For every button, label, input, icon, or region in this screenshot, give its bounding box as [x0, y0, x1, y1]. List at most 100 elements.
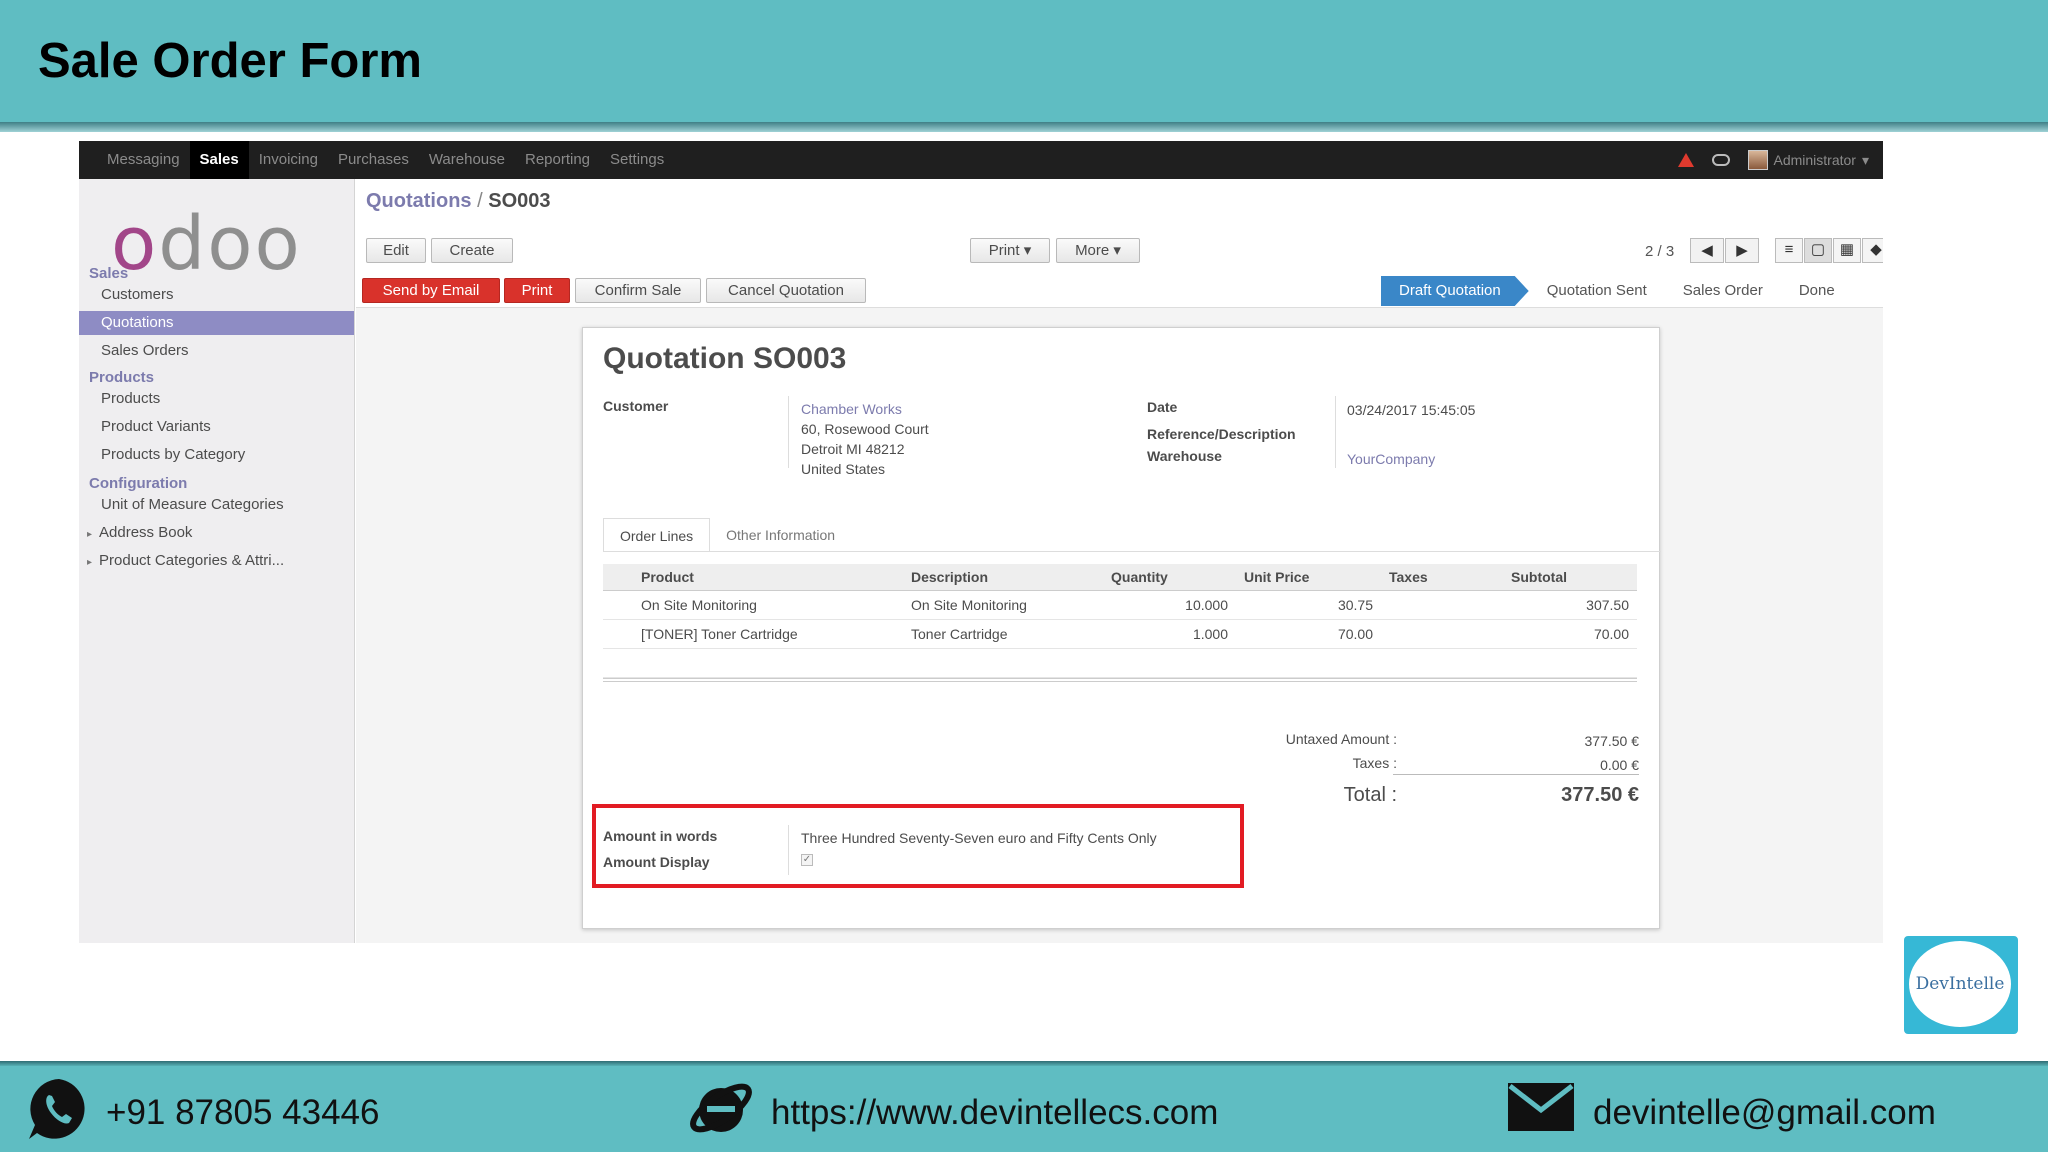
breadcrumb: Quotations / SO003 [366, 190, 551, 213]
cell-taxes [1381, 619, 1503, 649]
print-dropdown[interactable]: Print ▾ [970, 238, 1050, 263]
col-product: Product [633, 564, 903, 591]
avatar [1747, 150, 1768, 170]
cell-quantity: 1.000 [1103, 619, 1236, 649]
warehouse-value[interactable]: YourCompany [1347, 451, 1435, 467]
odoo-logo: odoo [111, 201, 302, 287]
taxes-value: 0.00 € [1600, 757, 1639, 773]
total-value: 377.50 € [1561, 784, 1639, 806]
menu-sales[interactable]: Sales [189, 141, 249, 179]
status-bar: Draft Quotation Quotation Sent Sales Ord… [1381, 276, 1853, 306]
sidebar-item-product-variants[interactable]: Product Variants [79, 415, 354, 439]
tab-other-information[interactable]: Other Information [710, 518, 851, 552]
col-taxes: Taxes [1381, 564, 1503, 591]
arrow-right-icon: ▶ [1736, 242, 1748, 259]
stage-quotation-sent[interactable]: Quotation Sent [1529, 276, 1665, 306]
cell-subtotal: 70.00 [1503, 619, 1637, 649]
menu-settings[interactable]: Settings [600, 141, 674, 179]
calendar-icon: ▦ [1839, 241, 1855, 258]
breadcrumb-separator: / [477, 190, 483, 212]
customer-address-line2: Detroit MI 48212 [801, 441, 905, 457]
sidebar-section-configuration: Configuration [89, 475, 188, 492]
pager: 2 / 3 [1645, 243, 1675, 260]
table-header-handle [603, 564, 633, 591]
sidebar-section-products: Products [89, 369, 155, 386]
cancel-quotation-button[interactable]: Cancel Quotation [706, 278, 866, 303]
menu-reporting[interactable]: Reporting [515, 141, 600, 179]
email-icon [1508, 1083, 1574, 1131]
sidebar-item-products[interactable]: Products [79, 387, 354, 411]
edit-button[interactable]: Edit [366, 238, 426, 263]
slide-header-shadow [0, 122, 2048, 132]
taxes-label: Taxes : [1352, 755, 1397, 771]
pivot-view-button[interactable]: ◆ [1862, 238, 1883, 263]
user-menu[interactable]: Administrator ▾ [1747, 150, 1869, 170]
chat-icon[interactable] [1711, 154, 1730, 166]
user-name: Administrator [1773, 152, 1856, 168]
cell-subtotal: 307.50 [1503, 590, 1637, 620]
list-icon: ≡ [1784, 241, 1794, 258]
breadcrumb-quotations[interactable]: Quotations [366, 190, 472, 212]
menu-warehouse[interactable]: Warehouse [419, 141, 515, 179]
table-row-empty[interactable] [603, 648, 1637, 678]
sidebar-item-customers[interactable]: Customers [79, 283, 354, 307]
form-sheet: Quotation SO003 Customer Chamber Works 6… [582, 327, 1661, 929]
customer-label: Customer [603, 398, 669, 414]
list-view-button[interactable]: ≡ [1775, 238, 1803, 263]
cell-product: On Site Monitoring [633, 590, 903, 620]
next-record-button[interactable]: ▶ [1725, 238, 1759, 263]
menu-invoicing[interactable]: Invoicing [249, 141, 328, 179]
col-quantity: Quantity [1103, 564, 1236, 591]
form-view-button[interactable]: ▢ [1804, 238, 1832, 263]
sidebar-item-product-categories[interactable]: Product Categories & Attri... [79, 549, 354, 573]
sidebar-item-quotations[interactable]: Quotations [79, 311, 354, 335]
cell-quantity: 10.000 [1103, 590, 1236, 620]
menu-messaging[interactable]: Messaging [97, 141, 190, 179]
col-subtotal: Subtotal [1503, 564, 1637, 591]
odoo-screenshot: Messaging Sales Invoicing Purchases Ware… [79, 141, 1883, 943]
top-menu-bar: Messaging Sales Invoicing Purchases Ware… [79, 141, 1883, 179]
stage-draft-quotation[interactable]: Draft Quotation [1381, 276, 1529, 306]
tab-underline [603, 551, 1661, 552]
sidebar-item-uom-categories[interactable]: Unit of Measure Categories [79, 493, 354, 517]
sidebar-section-sales: Sales [89, 265, 129, 282]
table-row[interactable]: On Site Monitoring On Site Monitoring 10… [603, 590, 1637, 620]
phone-number[interactable]: +91 87805 43446 [106, 1093, 379, 1133]
customer-name[interactable]: Chamber Works [801, 401, 902, 417]
previous-record-button[interactable]: ◀ [1690, 238, 1724, 263]
empty-cell [603, 648, 1637, 678]
col-unit-price: Unit Price [1236, 564, 1381, 591]
cell-taxes [1381, 590, 1503, 620]
date-value[interactable]: 03/24/2017 15:45:05 [1347, 402, 1475, 418]
amount-display-checkbox[interactable]: ✓ [801, 854, 813, 866]
stage-sales-order[interactable]: Sales Order [1665, 276, 1781, 306]
reference-label: Reference/Description [1147, 426, 1296, 442]
sidebar-item-address-book[interactable]: Address Book [79, 521, 354, 545]
print-button[interactable]: Print [504, 278, 570, 303]
whatsapp-icon [29, 1079, 85, 1139]
totals-divider [1393, 774, 1639, 775]
customer-address-line1: 60, Rosewood Court [801, 421, 929, 437]
warning-icon[interactable] [1677, 153, 1694, 167]
calendar-view-button[interactable]: ▦ [1833, 238, 1861, 263]
email-address[interactable]: devintelle@gmail.com [1593, 1093, 1936, 1133]
confirm-sale-button[interactable]: Confirm Sale [575, 278, 701, 303]
pivot-icon: ◆ [1870, 241, 1882, 258]
menu-purchases[interactable]: Purchases [328, 141, 419, 179]
table-row[interactable]: [TONER] Toner Cartridge Toner Cartridge … [603, 619, 1637, 649]
stage-done[interactable]: Done [1781, 276, 1853, 306]
website-link[interactable]: https://www.devintellecs.com [771, 1093, 1218, 1133]
more-dropdown[interactable]: More ▾ [1056, 238, 1140, 263]
tab-order-lines[interactable]: Order Lines [603, 518, 711, 552]
arrow-left-icon: ◀ [1701, 242, 1713, 259]
untaxed-amount-label: Untaxed Amount : [1285, 731, 1397, 747]
divider [788, 825, 789, 875]
divider [1335, 396, 1336, 468]
untaxed-amount-value: 377.50 € [1584, 733, 1640, 749]
caret-down-icon: ▾ [1861, 151, 1869, 168]
sidebar-item-sales-orders[interactable]: Sales Orders [79, 339, 354, 363]
form-icon: ▢ [1810, 241, 1826, 258]
sidebar-item-products-by-category[interactable]: Products by Category [79, 443, 354, 467]
send-by-email-button[interactable]: Send by Email [362, 278, 500, 303]
create-button[interactable]: Create [431, 238, 513, 263]
